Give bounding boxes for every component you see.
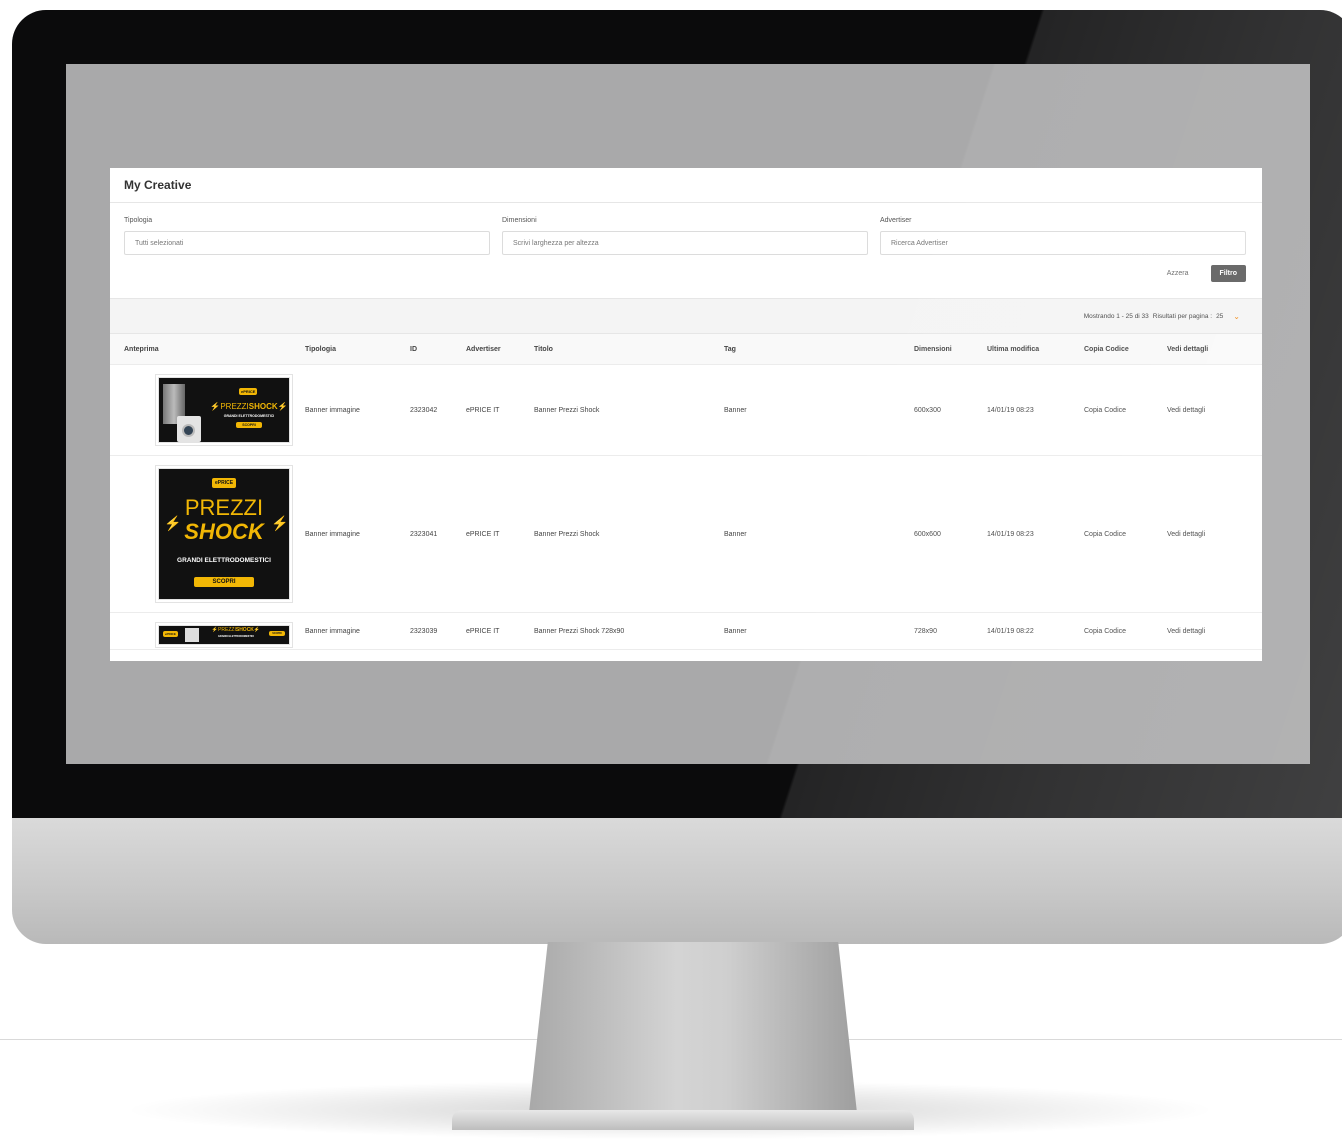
table-row[interactable]: ePRICE PREZZI SHOCK ⚡ ⚡ GRANDI ELETTRODO… — [110, 455, 1262, 613]
col-titolo[interactable]: Titolo — [534, 334, 724, 365]
filters-row: Tipologia Tutti selezionati Dimensioni S… — [110, 217, 1262, 255]
col-advertiser[interactable]: Advertiser — [466, 334, 534, 365]
col-copia-codice: Copia Codice — [1084, 334, 1167, 365]
per-page-select[interactable]: 25 — [1216, 313, 1223, 320]
copy-code-link[interactable]: Copia Codice — [1084, 612, 1167, 650]
table-header-row: Anteprima Tipologia ID Advertiser Titolo… — [110, 334, 1262, 365]
monitor-screen: My Creative Tipologia Tutti selezionati … — [66, 64, 1310, 764]
cell-id: 2323042 — [410, 364, 466, 456]
cell-titolo: Banner Prezzi Shock 728x90 — [534, 612, 724, 650]
table-row[interactable]: ePRICE ⚡PREZZISHOCK⚡ GRANDI ELETTRODOMES… — [110, 612, 1262, 650]
results-count: Mostrando 1 - 25 di 33 — [1083, 312, 1149, 320]
banner-logo: ePRICE — [239, 388, 258, 395]
cell-ultima-modifica: 14/01/19 08:22 — [987, 612, 1084, 650]
table-row[interactable]: ePRICE ⚡PREZZISHOCK⚡ GRANDI ELETTRODOMES… — [110, 364, 1262, 456]
banner-thumbnail-728x90[interactable]: ePRICE ⚡PREZZISHOCK⚡ GRANDI ELETTRODOMES… — [158, 625, 290, 645]
banner-cta: SCOPRI — [269, 631, 285, 636]
filter-actions: Azzera Filtro — [110, 265, 1262, 282]
view-details-link[interactable]: Vedi dettagli — [1167, 612, 1262, 650]
banner-subtitle: GRANDI ELETTRODOMESTICI — [177, 557, 271, 564]
filter-dimensioni-label: Dimensioni — [502, 217, 537, 224]
monitor-stand-foot — [452, 1110, 914, 1130]
preview-cell: ePRICE PREZZI SHOCK ⚡ ⚡ GRANDI ELETTRODO… — [110, 455, 305, 613]
cell-titolo: Banner Prezzi Shock — [534, 364, 724, 456]
cell-ultima-modifica: 14/01/19 08:23 — [987, 364, 1084, 456]
banner-cta: SCOPRI — [236, 422, 262, 428]
cell-titolo: Banner Prezzi Shock — [534, 455, 724, 613]
banner-logo: ePRICE — [163, 631, 178, 637]
banner-thumbnail-600x300[interactable]: ePRICE ⚡PREZZISHOCK⚡ GRANDI ELETTRODOMES… — [158, 377, 290, 443]
col-id[interactable]: ID — [410, 334, 466, 365]
banner-logo: ePRICE — [212, 478, 237, 488]
col-ultima-modifica[interactable]: Ultima modifica — [987, 334, 1084, 365]
my-creative-panel: My Creative Tipologia Tutti selezionati … — [110, 168, 1262, 661]
col-dimensioni[interactable]: Dimensioni — [914, 334, 987, 365]
cell-tipologia: Banner immagine — [305, 612, 410, 650]
filter-advertiser-label: Advertiser — [880, 217, 912, 224]
cell-id: 2323041 — [410, 455, 466, 613]
panel-header: My Creative — [110, 168, 1262, 203]
cell-tipologia: Banner immagine — [305, 364, 410, 456]
banner-subtitle: GRANDI ELETTRODOMESTICI — [217, 635, 255, 638]
cell-tag: Banner — [724, 364, 914, 456]
copy-code-link[interactable]: Copia Codice — [1084, 455, 1167, 613]
cell-id: 2323039 — [410, 612, 466, 650]
preview-cell: ePRICE ⚡PREZZISHOCK⚡ GRANDI ELETTRODOMES… — [110, 612, 305, 650]
tipologia-select[interactable]: Tutti selezionati — [124, 231, 490, 255]
monitor-stand — [528, 942, 858, 1122]
cell-dimensioni: 728x90 — [914, 612, 987, 650]
view-details-link[interactable]: Vedi dettagli — [1167, 364, 1262, 456]
banner-cta: SCOPRI — [194, 577, 254, 587]
chevron-down-icon[interactable]: ⌄ — [1233, 312, 1240, 321]
lightning-icon: ⚡ — [271, 515, 289, 531]
cell-tag: Banner — [724, 455, 914, 613]
filter-dimensioni: Dimensioni Scrivi larghezza per altezza — [502, 217, 868, 255]
page-title: My Creative — [124, 178, 192, 192]
col-tipologia[interactable]: Tipologia — [305, 334, 410, 365]
filter-advertiser: Advertiser Ricerca Advertiser — [880, 217, 1246, 255]
filter-tipologia-label: Tipologia — [124, 217, 153, 224]
col-vedi-dettagli: Vedi dettagli — [1167, 334, 1262, 365]
col-tag[interactable]: Tag — [724, 334, 914, 365]
filter-tipologia: Tipologia Tutti selezionati — [124, 217, 490, 255]
banner-headline: ⚡PREZZISHOCK⚡ — [210, 402, 288, 411]
cell-advertiser: ePRICE IT — [466, 612, 534, 650]
dimensioni-input[interactable]: Scrivi larghezza per altezza — [502, 231, 868, 255]
cell-advertiser: ePRICE IT — [466, 364, 534, 456]
cell-tag: Banner — [724, 612, 914, 650]
filter-button[interactable]: Filtro — [1210, 265, 1246, 282]
cell-advertiser: ePRICE IT — [466, 455, 534, 613]
monitor-chin — [12, 818, 1342, 944]
banner-headline: ⚡PREZZISHOCK⚡ — [211, 627, 261, 633]
banner-thumbnail-600x600[interactable]: ePRICE PREZZI SHOCK ⚡ ⚡ GRANDI ELETTRODO… — [158, 468, 290, 600]
cell-dimensioni: 600x300 — [914, 364, 987, 456]
cell-ultima-modifica: 14/01/19 08:23 — [987, 455, 1084, 613]
col-anteprima: Anteprima — [110, 334, 305, 365]
advertiser-search-input[interactable]: Ricerca Advertiser — [880, 231, 1246, 255]
view-details-link[interactable]: Vedi dettagli — [1167, 455, 1262, 613]
cell-tipologia: Banner immagine — [305, 455, 410, 613]
cell-dimensioni: 600x600 — [914, 455, 987, 613]
reset-button[interactable]: Azzera — [1167, 270, 1189, 277]
per-page-label: Risultati per pagina : — [1152, 312, 1213, 320]
banner-subtitle: GRANDI ELETTRODOMESTICI — [223, 414, 275, 418]
preview-cell: ePRICE ⚡PREZZISHOCK⚡ GRANDI ELETTRODOMES… — [110, 364, 305, 456]
creatives-table: Anteprima Tipologia ID Advertiser Titolo… — [110, 334, 1262, 650]
lightning-icon: ⚡ — [164, 515, 182, 531]
pagination-bar: Mostrando 1 - 25 di 33 Risultati per pag… — [110, 298, 1262, 334]
copy-code-link[interactable]: Copia Codice — [1084, 364, 1167, 456]
